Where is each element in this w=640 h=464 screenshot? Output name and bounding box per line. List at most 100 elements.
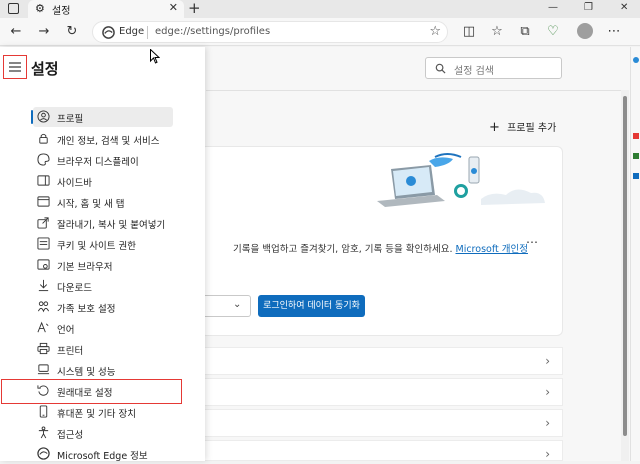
header-divider xyxy=(206,90,621,91)
sidebar-item-accessibility[interactable]: 접근성 xyxy=(33,423,173,443)
sidebar-item-label: 가족 보호 설정 xyxy=(57,304,116,315)
chevron-right-icon: › xyxy=(545,447,550,461)
maximize-button[interactable]: ❐ xyxy=(584,2,593,13)
profile-setting-row[interactable]: › xyxy=(200,409,563,437)
favorite-star-icon[interactable]: ☆ xyxy=(429,24,441,39)
add-profile-label: 프로필 추가 xyxy=(507,123,557,134)
sidebar-item-sidebar[interactable]: 사이드바 xyxy=(33,171,173,191)
rail-blue-icon[interactable] xyxy=(633,173,639,179)
new-tab-button[interactable]: + xyxy=(188,0,201,17)
sidebar-item-label: 시스템 및 성능 xyxy=(57,367,116,378)
sidebar-item-printers[interactable]: 프린터 xyxy=(33,339,173,359)
more-icon[interactable]: ⋯ xyxy=(526,235,538,249)
sync-illustration xyxy=(377,153,545,207)
sidebar-item-label: 브라우저 디스플레이 xyxy=(57,157,139,168)
rail-red-icon[interactable] xyxy=(633,133,639,139)
address-separator xyxy=(147,26,148,39)
reset-settings-highlight xyxy=(1,379,182,404)
scrollbar[interactable] xyxy=(621,90,629,461)
page-title: 설정 xyxy=(31,60,59,78)
sidebar-item-label: 휴대폰 및 기타 장치 xyxy=(57,409,136,420)
sidebar-item-privacy[interactable]: 개인 정보, 검색 및 서비스 xyxy=(33,129,173,149)
sidebar-item-label: 쿠키 및 사이트 권한 xyxy=(57,241,136,252)
phone-icon xyxy=(39,405,48,418)
profile-icon xyxy=(37,110,50,123)
sidebar-icon xyxy=(37,175,50,186)
address-brand: Edge xyxy=(119,26,145,37)
sidebar-item-cookies[interactable]: 쿠키 및 사이트 권한 xyxy=(33,234,173,254)
back-button[interactable]: ← xyxy=(8,24,24,40)
refresh-button[interactable]: ↻ xyxy=(64,24,80,40)
sidebar-item-share-copy-paste[interactable]: 잘라내기, 복사 및 붙여넣기 xyxy=(33,213,173,233)
edge-icon xyxy=(37,447,50,460)
printer-icon xyxy=(37,342,50,355)
menu-button[interactable] xyxy=(3,55,27,79)
sidebar-item-label: 시작, 홈 및 새 탭 xyxy=(57,199,125,210)
sidebar-item-default-browser[interactable]: 기본 브라우저 xyxy=(33,255,173,275)
favorites-icon[interactable]: ☆ xyxy=(489,24,505,40)
chevron-down-icon: ⌄ xyxy=(233,299,242,310)
split-screen-icon[interactable]: ◫ xyxy=(461,24,477,40)
profile-setting-row[interactable]: › xyxy=(200,440,563,461)
forward-button[interactable]: → xyxy=(36,24,52,40)
tab-settings[interactable]: ⚙ 설정 ✕ xyxy=(28,0,184,18)
sidebar-item-about-edge[interactable]: Microsoft Edge 정보 xyxy=(33,444,173,464)
profile-setting-row[interactable]: › xyxy=(200,378,563,406)
sidebar-item-label: 개인 정보, 검색 및 서비스 xyxy=(57,136,160,147)
rail-edge-icon[interactable] xyxy=(633,57,639,63)
sidebar-item-start-home[interactable]: 시작, 홈 및 새 탭 xyxy=(33,192,173,212)
settings-sidebar: 설정 프로필 개인 정보, 검색 및 서비스 브라우저 디스플레이 사이드바 시… xyxy=(0,47,205,464)
lock-icon xyxy=(39,133,48,144)
sidebar-item-family[interactable]: 가족 보호 설정 xyxy=(33,297,173,317)
chevron-right-icon: › xyxy=(545,354,550,368)
avatar[interactable] xyxy=(577,23,593,39)
language-icon xyxy=(37,321,49,333)
tab-title: 설정 xyxy=(52,6,71,17)
download-icon xyxy=(38,279,49,292)
right-side-rail xyxy=(630,47,640,461)
add-profile-button[interactable]: + 프로필 추가 xyxy=(489,119,556,135)
hamburger-icon xyxy=(9,62,21,72)
search-placeholder: 설정 검색 xyxy=(454,66,494,77)
sidebar-item-label: Microsoft Edge 정보 xyxy=(57,451,148,462)
mouse-cursor-icon xyxy=(150,49,160,64)
sidebar-item-phone-devices[interactable]: 휴대폰 및 기타 장치 xyxy=(33,402,173,422)
chevron-right-icon: › xyxy=(545,385,550,399)
chevron-right-icon: › xyxy=(545,416,550,430)
minimize-button[interactable]: — xyxy=(548,2,558,13)
sidebar-item-appearance[interactable]: 브라우저 디스플레이 xyxy=(33,150,173,170)
address-url[interactable]: edge://settings/profiles xyxy=(155,26,270,37)
title-bar: ⚙ 설정 ✕ + — ❐ ✕ xyxy=(0,0,640,18)
accessibility-icon xyxy=(38,426,49,439)
sidebar-item-profiles[interactable]: 프로필 xyxy=(33,107,173,127)
collections-icon[interactable]: ⧉ xyxy=(517,24,533,40)
scrollbar-thumb[interactable] xyxy=(623,96,627,436)
search-icon xyxy=(435,63,446,74)
home-icon xyxy=(37,196,50,207)
close-window-button[interactable]: ✕ xyxy=(620,2,628,13)
more-options-icon[interactable]: ⋯ xyxy=(606,24,622,40)
default-browser-icon xyxy=(37,259,50,270)
palette-icon xyxy=(37,153,50,166)
gear-icon: ⚙ xyxy=(35,2,45,15)
sign-in-sync-button[interactable]: 로그인하여 데이터 동기화 xyxy=(258,295,365,317)
account-select[interactable]: ⌄ xyxy=(201,295,251,317)
profile-setting-row[interactable]: › xyxy=(200,347,563,375)
edge-logo-icon xyxy=(102,26,115,39)
sidebar-item-languages[interactable]: 언어 xyxy=(33,318,173,338)
plus-icon: + xyxy=(489,120,500,135)
privacy-link[interactable]: Microsoft 개인정 xyxy=(456,244,528,255)
card-description-text: 기록을 백업하고 즐겨찾기, 암호, 기록 등을 확인하세요. xyxy=(233,244,453,255)
share-icon xyxy=(37,217,49,229)
rail-green-icon[interactable] xyxy=(633,153,639,159)
search-input[interactable]: 설정 검색 xyxy=(425,57,562,79)
browser-essentials-icon[interactable]: ♡ xyxy=(545,24,561,40)
window-menu-icon[interactable] xyxy=(8,3,19,14)
close-tab-button[interactable]: ✕ xyxy=(169,1,178,14)
sidebar-item-downloads[interactable]: 다운로드 xyxy=(33,276,173,296)
profile-sync-card: 기록을 백업하고 즐겨찾기, 암호, 기록 등을 확인하세요. Microsof… xyxy=(200,146,563,336)
sidebar-item-system[interactable]: 시스템 및 성능 xyxy=(33,360,173,380)
sidebar-item-label: 접근성 xyxy=(57,430,84,441)
address-bar[interactable]: Edge edge://settings/profiles ☆ xyxy=(92,21,448,43)
cookie-icon xyxy=(37,237,50,250)
